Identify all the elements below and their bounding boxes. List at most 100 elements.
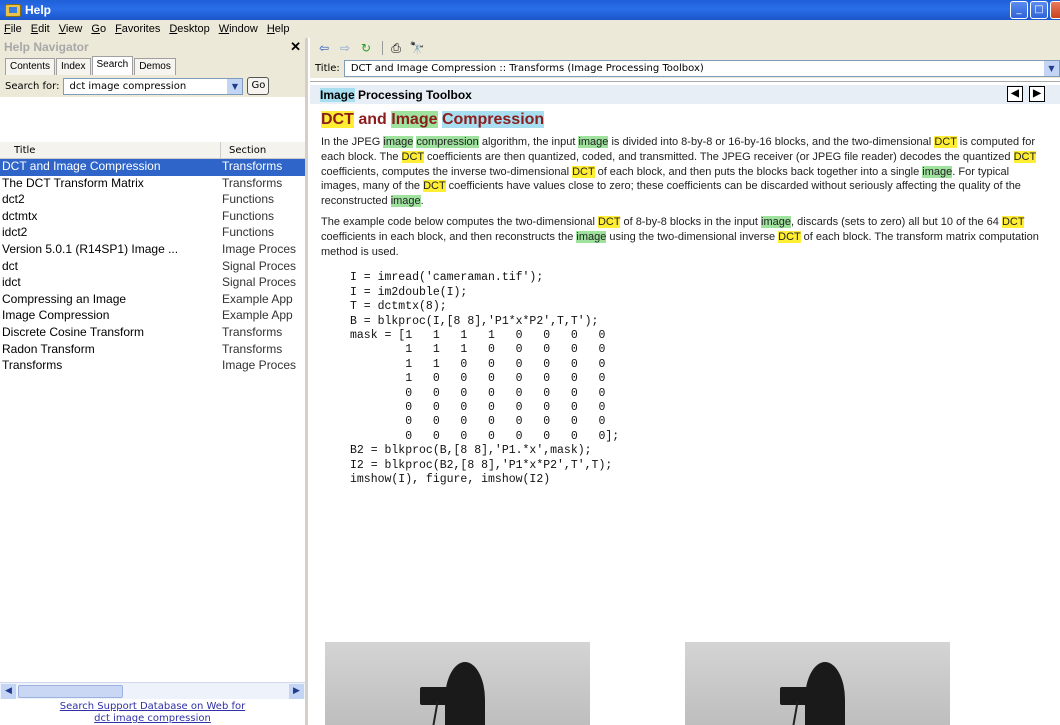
help-app-icon: [5, 3, 21, 17]
result-row[interactable]: Transforms Image Proces: [0, 358, 305, 375]
result-section: Image Proces: [222, 358, 297, 373]
search-label: Search for:: [5, 80, 60, 92]
search-row: Search for: dct image compression ▼ Go: [0, 75, 305, 97]
result-row[interactable]: dct Signal Proces: [0, 259, 305, 276]
menu-bar: File Edit View Go Favorites Desktop Wind…: [0, 20, 1060, 38]
menu-window[interactable]: Window: [219, 23, 258, 35]
title-row: Title: DCT and Image Compression :: Tran…: [310, 58, 1060, 78]
navigator-header: Help Navigator ✕: [0, 38, 305, 55]
search-results-table: Title Section DCT and Image Compression T…: [0, 142, 305, 682]
title-word-dct: DCT: [321, 111, 354, 128]
result-section: Functions: [222, 225, 275, 240]
go-button[interactable]: Go: [247, 77, 270, 95]
document-view: Image Processing Toolbox ◀ ▶ DCT and Ima…: [310, 81, 1060, 725]
menu-favorites[interactable]: Favorites: [115, 23, 160, 35]
result-title: idct2: [2, 225, 28, 240]
result-title: dct: [2, 258, 19, 273]
result-row[interactable]: The DCT Transform Matrix Transforms: [0, 176, 305, 193]
forward-arrow-icon[interactable]: ⇨: [336, 40, 354, 56]
menu-edit[interactable]: Edit: [31, 23, 50, 35]
result-row[interactable]: dctmtx Functions: [0, 209, 305, 226]
results-header: Title Section: [0, 142, 305, 159]
result-title: Transforms: [2, 358, 63, 373]
result-title: dct2: [2, 192, 25, 207]
tab-index[interactable]: Index: [56, 58, 91, 75]
result-section: Signal Proces: [222, 258, 297, 273]
column-header-section[interactable]: Section: [220, 142, 305, 158]
scrollbar-thumb[interactable]: [18, 685, 123, 698]
search-input[interactable]: dct image compression ▼: [63, 77, 244, 95]
intro-paragraph: In the JPEG image compression algorithm,…: [321, 136, 1037, 208]
horizontal-scrollbar[interactable]: ◀ ▶: [0, 682, 305, 699]
result-section: Example App: [222, 291, 293, 306]
next-page-icon[interactable]: ▶: [1029, 86, 1045, 102]
result-section: Transforms: [222, 159, 283, 173]
toolbox-word-image: Image: [320, 87, 355, 102]
result-section: Signal Proces: [222, 275, 297, 290]
menu-go[interactable]: Go: [91, 23, 106, 35]
search-input-value: dct image compression: [69, 80, 187, 92]
navigator-title: Help Navigator: [4, 39, 89, 54]
toolbox-name: Image Processing Toolbox: [320, 87, 472, 102]
result-row[interactable]: Discrete Cosine Transform Transforms: [0, 325, 305, 342]
result-row[interactable]: idct Signal Proces: [0, 275, 305, 292]
title-label: Title:: [315, 62, 340, 74]
browser-toolbar: ⇦ ⇨ ↻ ⎙ 🔭: [310, 38, 1060, 58]
back-arrow-icon[interactable]: ⇦: [315, 40, 333, 56]
result-section: Transforms: [222, 175, 283, 190]
result-row[interactable]: Radon Transform Transforms: [0, 342, 305, 359]
title-word-image: Image: [391, 111, 438, 128]
close-navigator-icon[interactable]: ✕: [290, 39, 301, 55]
chevron-down-icon[interactable]: ▼: [227, 78, 243, 94]
toolbar-divider: [382, 41, 383, 55]
chevron-down-icon[interactable]: ▼: [1044, 60, 1059, 76]
original-image: [325, 642, 590, 725]
support-link-query[interactable]: dct image compression: [0, 713, 305, 725]
result-title: Version 5.0.1 (R14SP1) Image ...: [2, 241, 179, 256]
result-row[interactable]: Compressing an Image Example App: [0, 292, 305, 309]
title-select[interactable]: DCT and Image Compression :: Transforms …: [343, 59, 1060, 77]
result-row[interactable]: dct2 Functions: [0, 192, 305, 209]
result-title: Compressing an Image: [2, 291, 127, 306]
tab-contents[interactable]: Contents: [5, 58, 56, 75]
results-body: DCT and Image Compression Transforms The D…: [0, 159, 305, 375]
help-navigator: Help Navigator ✕ Contents Index Search D…: [0, 38, 308, 725]
result-section: Transforms: [222, 341, 283, 356]
menu-view[interactable]: View: [59, 23, 83, 35]
result-section: Image Proces: [222, 241, 297, 256]
reconstructed-image: [685, 642, 950, 725]
search-support-link[interactable]: Search Support Database on Web for dct i…: [0, 701, 305, 725]
scroll-left-icon[interactable]: ◀: [1, 684, 16, 699]
page-nav: ◀ ▶: [1007, 86, 1045, 102]
menu-desktop[interactable]: Desktop: [169, 23, 209, 35]
result-section: Transforms: [222, 324, 283, 339]
tripod-leg: [429, 702, 439, 725]
tripod-leg: [789, 702, 799, 725]
menu-file[interactable]: File: [4, 23, 22, 35]
menu-help[interactable]: Help: [267, 23, 290, 35]
window-titlebar[interactable]: Help _ □: [0, 0, 1060, 20]
result-title: idct: [2, 275, 21, 290]
column-header-title[interactable]: Title: [0, 142, 220, 158]
window-title: Help: [25, 3, 52, 17]
minimize-button[interactable]: _: [1010, 1, 1028, 19]
close-button[interactable]: [1050, 1, 1060, 19]
result-row[interactable]: Image Compression Example App: [0, 308, 305, 325]
result-section: Functions: [222, 192, 275, 207]
result-row[interactable]: DCT and Image Compression Transforms: [0, 159, 305, 176]
print-icon[interactable]: ⎙: [387, 40, 405, 56]
refresh-icon[interactable]: ↻: [357, 40, 375, 56]
tab-search[interactable]: Search: [91, 56, 134, 75]
toolbox-rest: Processing Toolbox: [354, 87, 472, 102]
result-row[interactable]: Version 5.0.1 (R14SP1) Image ... Image Pr…: [0, 242, 305, 259]
scroll-right-icon[interactable]: ▶: [289, 684, 304, 699]
maximize-button[interactable]: □: [1030, 1, 1048, 19]
page-title: DCT and Image Compression: [321, 111, 1060, 129]
help-content-pane: ⇦ ⇨ ↻ ⎙ 🔭 Title: DCT and Image Compressi…: [310, 38, 1060, 725]
previous-page-icon[interactable]: ◀: [1007, 86, 1023, 102]
support-link-text[interactable]: Search Support Database on Web for: [0, 701, 305, 713]
find-binoculars-icon[interactable]: 🔭: [408, 40, 426, 56]
tab-demos[interactable]: Demos: [134, 58, 176, 75]
result-row[interactable]: idct2 Functions: [0, 225, 305, 242]
code-example: I = imread('cameraman.tif'); I = im2doub…: [350, 271, 620, 487]
